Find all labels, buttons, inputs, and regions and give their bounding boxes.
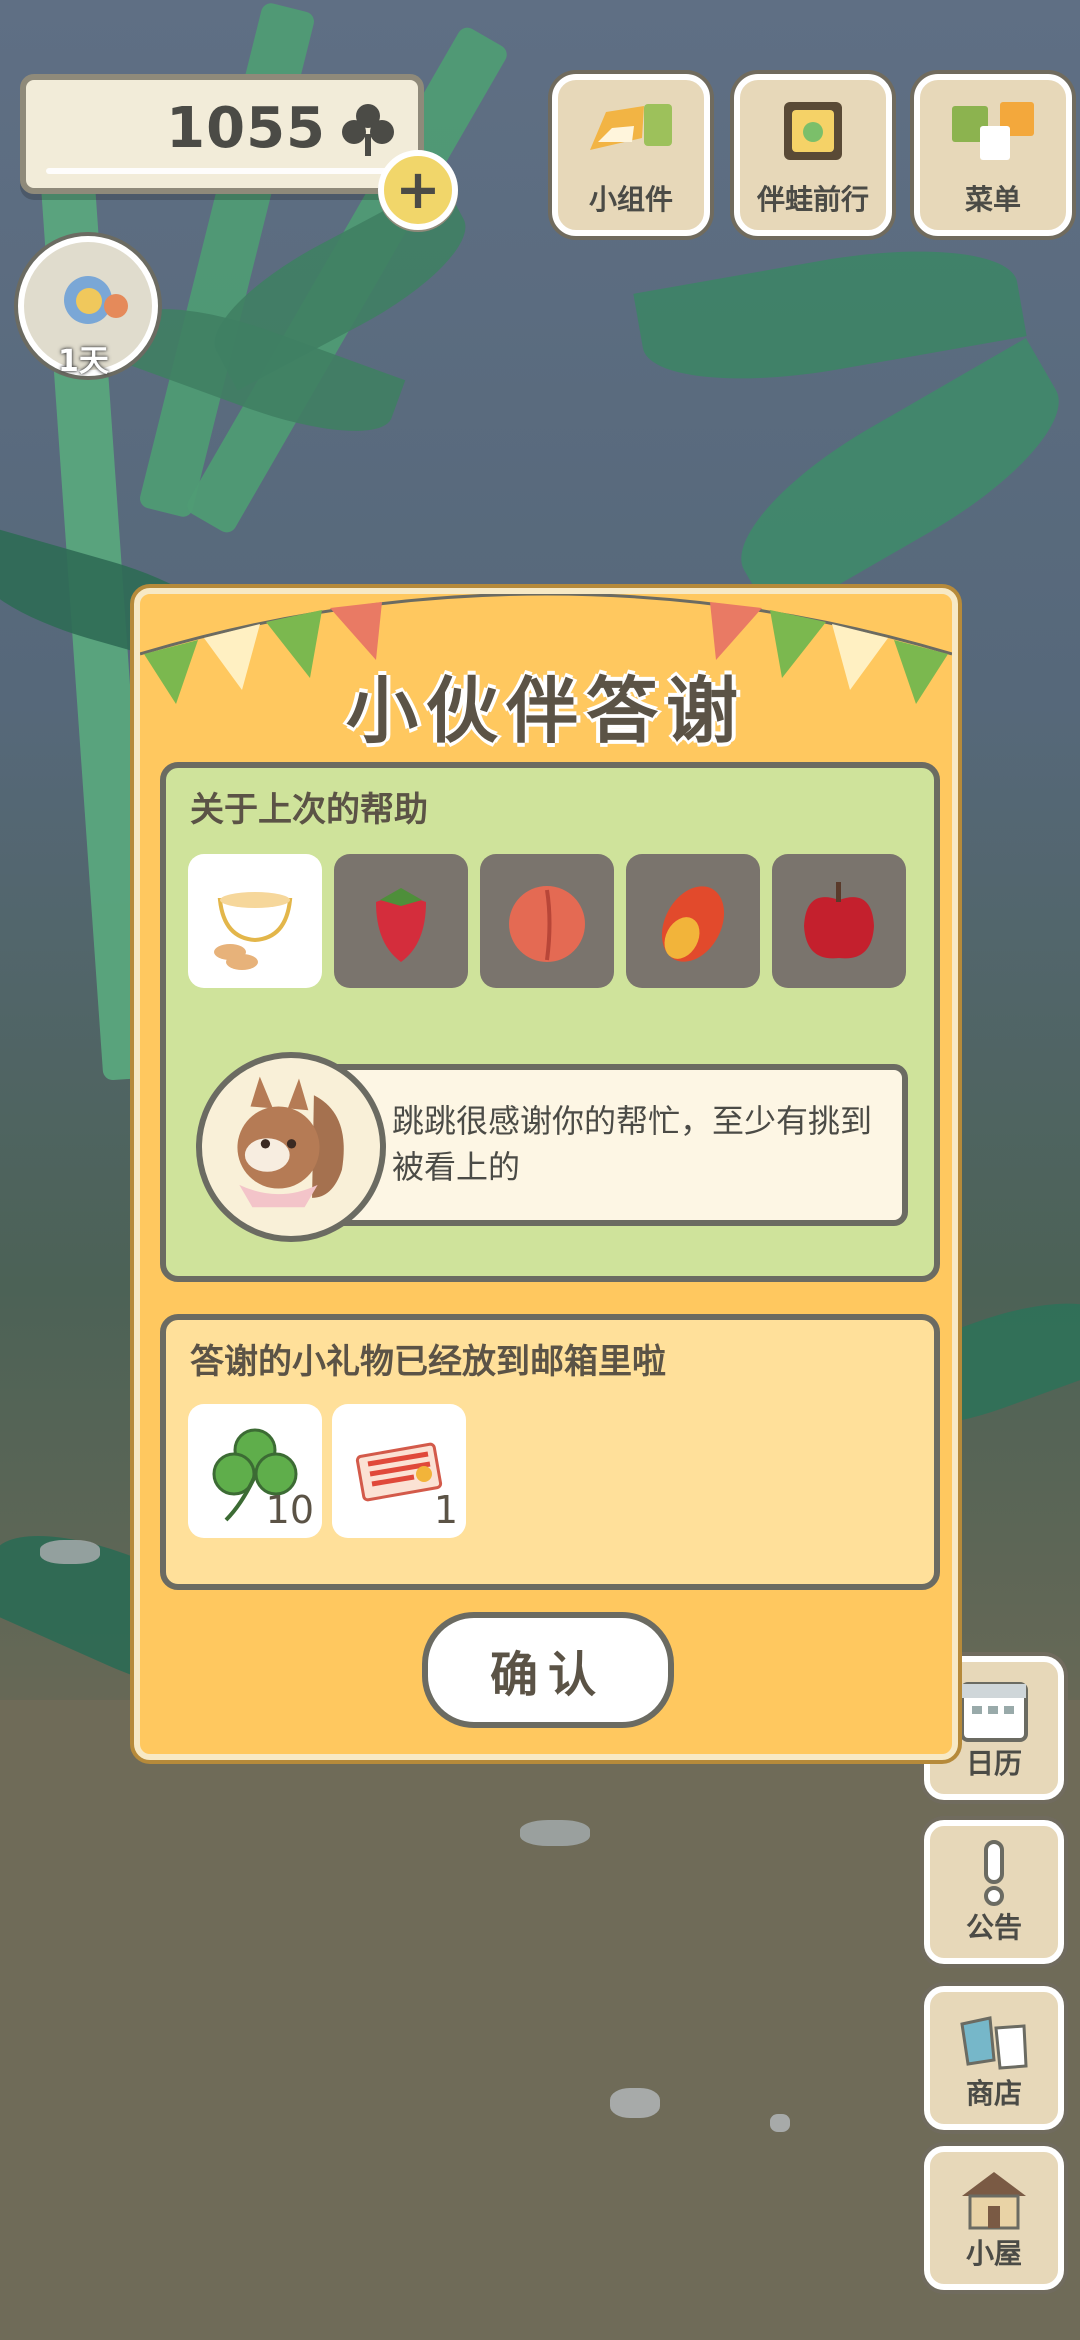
tea-and-cookies-icon: [214, 892, 293, 970]
help-item-strawberry[interactable]: [334, 854, 468, 988]
menu-icon: [952, 102, 1034, 160]
confirm-button[interactable]: 确认: [422, 1612, 674, 1728]
gift-ticket[interactable]: 1: [332, 1404, 466, 1538]
gift-clover[interactable]: 10: [188, 1404, 322, 1538]
menu-button[interactable]: 菜单: [914, 74, 1072, 236]
notice-label: 公告: [965, 1911, 1022, 1944]
shop-label: 商店: [965, 2077, 1022, 2110]
gift-clover-qty: 10: [265, 1488, 314, 1532]
strawberry-icon: [376, 888, 426, 962]
menu-label: 菜单: [964, 183, 1021, 216]
widgets-button[interactable]: 小组件: [552, 74, 710, 236]
clover-icon: [342, 104, 394, 156]
gift-row: 10 1: [188, 1404, 466, 1538]
widgets-icon: [590, 104, 672, 150]
clover-count: 1055: [166, 96, 326, 161]
calendar-icon: [960, 1682, 1028, 1742]
travel-button[interactable]: 伴蛙前行: [734, 74, 892, 236]
gift-section-title: 答谢的小礼物已经放到邮箱里啦: [190, 1342, 666, 1382]
day-counter: 1天: [58, 344, 109, 379]
mango-icon: [661, 886, 725, 962]
notice-button[interactable]: 公告: [924, 1820, 1064, 1964]
clover-counter: 1055: [20, 74, 424, 194]
help-item-mango[interactable]: [626, 854, 760, 988]
peach-icon: [509, 886, 585, 962]
help-section: 关于上次的帮助 跳跳很感谢你的帮忙，至少有挑到被看上的: [160, 762, 940, 1282]
message-bubble: 跳跳很感谢你的帮忙，至少有挑到被看上的: [316, 1064, 908, 1226]
thanks-message: 跳跳很感谢你的帮忙，至少有挑到被看上的: [392, 1102, 873, 1186]
exclamation-icon: [984, 1840, 1004, 1906]
widgets-label: 小组件: [588, 183, 673, 216]
help-section-title: 关于上次的帮助: [190, 790, 428, 830]
apple-icon: [804, 882, 874, 959]
house-button[interactable]: 小屋: [924, 2146, 1064, 2290]
shop-bag-icon: [960, 2016, 1028, 2070]
squirrel-portrait: [196, 1052, 386, 1242]
help-item-peach[interactable]: [480, 854, 614, 988]
squirrel-avatar-icon: [237, 1076, 344, 1208]
counter-underline: [46, 168, 388, 174]
dialog-title: 小伙伴答谢: [345, 669, 746, 753]
gift-section: 答谢的小礼物已经放到邮箱里啦 10 1: [160, 1314, 940, 1590]
help-item-row: [188, 854, 906, 988]
house-icon: [962, 2172, 1026, 2230]
travel-label: 伴蛙前行: [756, 183, 869, 216]
friend-thanks-dialog: 小伙伴答谢 关于上次的帮助 跳跳很感谢你的帮忙，至少有挑到被看上的 答谢的小礼物…: [134, 588, 958, 1760]
gift-ticket-qty: 1: [433, 1488, 458, 1532]
travel-frog-icon: [784, 102, 842, 160]
help-item-apple[interactable]: [772, 854, 906, 988]
house-label: 小屋: [965, 2237, 1022, 2270]
help-item-tea[interactable]: [188, 854, 322, 988]
add-clover-button[interactable]: +: [378, 150, 458, 230]
shop-button[interactable]: 商店: [924, 1986, 1064, 2130]
